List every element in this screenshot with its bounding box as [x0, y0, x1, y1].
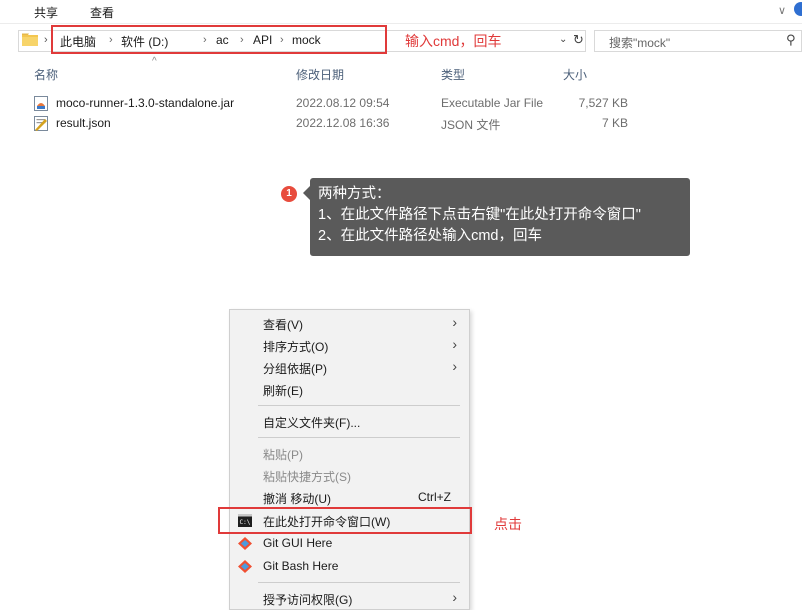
- tooltip-line: 2、在此文件路径处输入cmd，回车: [318, 228, 542, 244]
- file-size: 7,527 KB: [578, 96, 628, 110]
- search-icon[interactable]: ⚲: [786, 32, 796, 48]
- ribbon: 共享 查看 ∨: [0, 0, 802, 24]
- open-cmd-highlight-box: [218, 507, 472, 534]
- menu-label: 粘贴(P): [263, 448, 303, 462]
- tooltip-arrow: [303, 186, 310, 200]
- menu-label: Git Bash Here: [263, 559, 339, 573]
- menu-item-sort-by[interactable]: 排序方式(O) ›: [230, 335, 469, 357]
- help-icon[interactable]: [794, 2, 802, 16]
- folder-icon: [22, 33, 38, 46]
- git-icon: [238, 537, 252, 550]
- file-date: 2022.12.08 16:36: [296, 116, 390, 130]
- file-date: 2022.08.12 09:54: [296, 96, 390, 110]
- chevron-right-icon: ›: [452, 336, 457, 352]
- menu-item-git-gui[interactable]: Git GUI Here: [230, 533, 469, 555]
- menu-item-refresh[interactable]: 刷新(E): [230, 379, 469, 401]
- menu-label: 查看(V): [263, 318, 303, 332]
- address-highlight-box: [51, 25, 387, 54]
- click-annotation: 点击: [494, 516, 522, 532]
- jar-file-icon: [34, 96, 48, 111]
- menu-separator: [258, 437, 460, 438]
- file-name: moco-runner-1.3.0-standalone.jar: [56, 96, 235, 110]
- column-name[interactable]: 名称: [34, 66, 58, 83]
- menu-separator: [258, 405, 460, 406]
- menu-label: 排序方式(O): [263, 340, 329, 354]
- menu-label: 刷新(E): [263, 384, 303, 398]
- step-badge: 1: [281, 186, 297, 202]
- menu-label: 授予访问权限(G): [263, 593, 353, 607]
- menu-item-paste-shortcut[interactable]: 粘贴快捷方式(S): [230, 465, 469, 487]
- menu-label: 粘贴快捷方式(S): [263, 470, 351, 484]
- address-dropdown-icon[interactable]: ⌄: [559, 34, 567, 45]
- menu-label: 自定义文件夹(F)...: [263, 416, 361, 430]
- menu-item-customize-folder[interactable]: 自定义文件夹(F)...: [230, 411, 469, 433]
- file-type: Executable Jar File: [441, 96, 544, 110]
- column-date[interactable]: 修改日期: [296, 66, 344, 83]
- menu-item-grant-access[interactable]: 授予访问权限(G) ›: [230, 588, 469, 610]
- chevron-down-icon[interactable]: ∨: [778, 4, 786, 17]
- file-name: result.json: [56, 116, 111, 130]
- file-row[interactable]: result.json 2022.12.08 16:36 JSON 文件 7 K…: [30, 114, 650, 134]
- address-annotation: 输入cmd，回车: [405, 33, 502, 49]
- ribbon-tab-share[interactable]: 共享: [34, 4, 58, 21]
- file-type: JSON 文件: [441, 118, 501, 132]
- column-size[interactable]: 大小: [563, 66, 587, 83]
- menu-item-undo-move[interactable]: 撤消 移动(U) Ctrl+Z: [230, 487, 469, 509]
- tooltip-line: 两种方式：: [318, 186, 391, 202]
- menu-item-paste[interactable]: 粘贴(P): [230, 443, 469, 465]
- refresh-icon[interactable]: ↻: [573, 32, 584, 48]
- menu-item-view[interactable]: 查看(V) ›: [230, 313, 469, 335]
- address-expand-icon[interactable]: ›: [44, 34, 48, 46]
- menu-item-group-by[interactable]: 分组依据(P) ›: [230, 357, 469, 379]
- tooltip-line: 1、在此文件路径下点击右键"在此处打开命令窗口": [318, 207, 641, 223]
- menu-separator: [258, 582, 460, 583]
- chevron-right-icon: ›: [452, 358, 457, 374]
- search-placeholder: 搜索"mock": [609, 36, 671, 50]
- file-row[interactable]: moco-runner-1.3.0-standalone.jar 2022.08…: [30, 94, 650, 114]
- chevron-right-icon: ›: [452, 589, 457, 605]
- instruction-tooltip: 两种方式： 1、在此文件路径下点击右键"在此处打开命令窗口" 2、在此文件路径处…: [310, 178, 690, 256]
- menu-item-git-bash[interactable]: Git Bash Here: [230, 556, 469, 578]
- ribbon-tab-view[interactable]: 查看: [90, 4, 114, 21]
- json-file-icon: [34, 116, 48, 131]
- menu-label: 分组依据(P): [263, 362, 327, 376]
- sort-caret-icon: ^: [152, 56, 157, 67]
- chevron-right-icon: ›: [452, 314, 457, 330]
- context-menu: 查看(V) › 排序方式(O) › 分组依据(P) › 刷新(E) 自定义文件夹…: [229, 309, 470, 610]
- column-type[interactable]: 类型: [441, 66, 465, 83]
- menu-label: 撤消 移动(U): [263, 492, 331, 506]
- menu-shortcut: Ctrl+Z: [418, 490, 451, 504]
- git-icon: [238, 560, 252, 573]
- menu-label: Git GUI Here: [263, 536, 333, 550]
- file-size: 7 KB: [601, 116, 628, 130]
